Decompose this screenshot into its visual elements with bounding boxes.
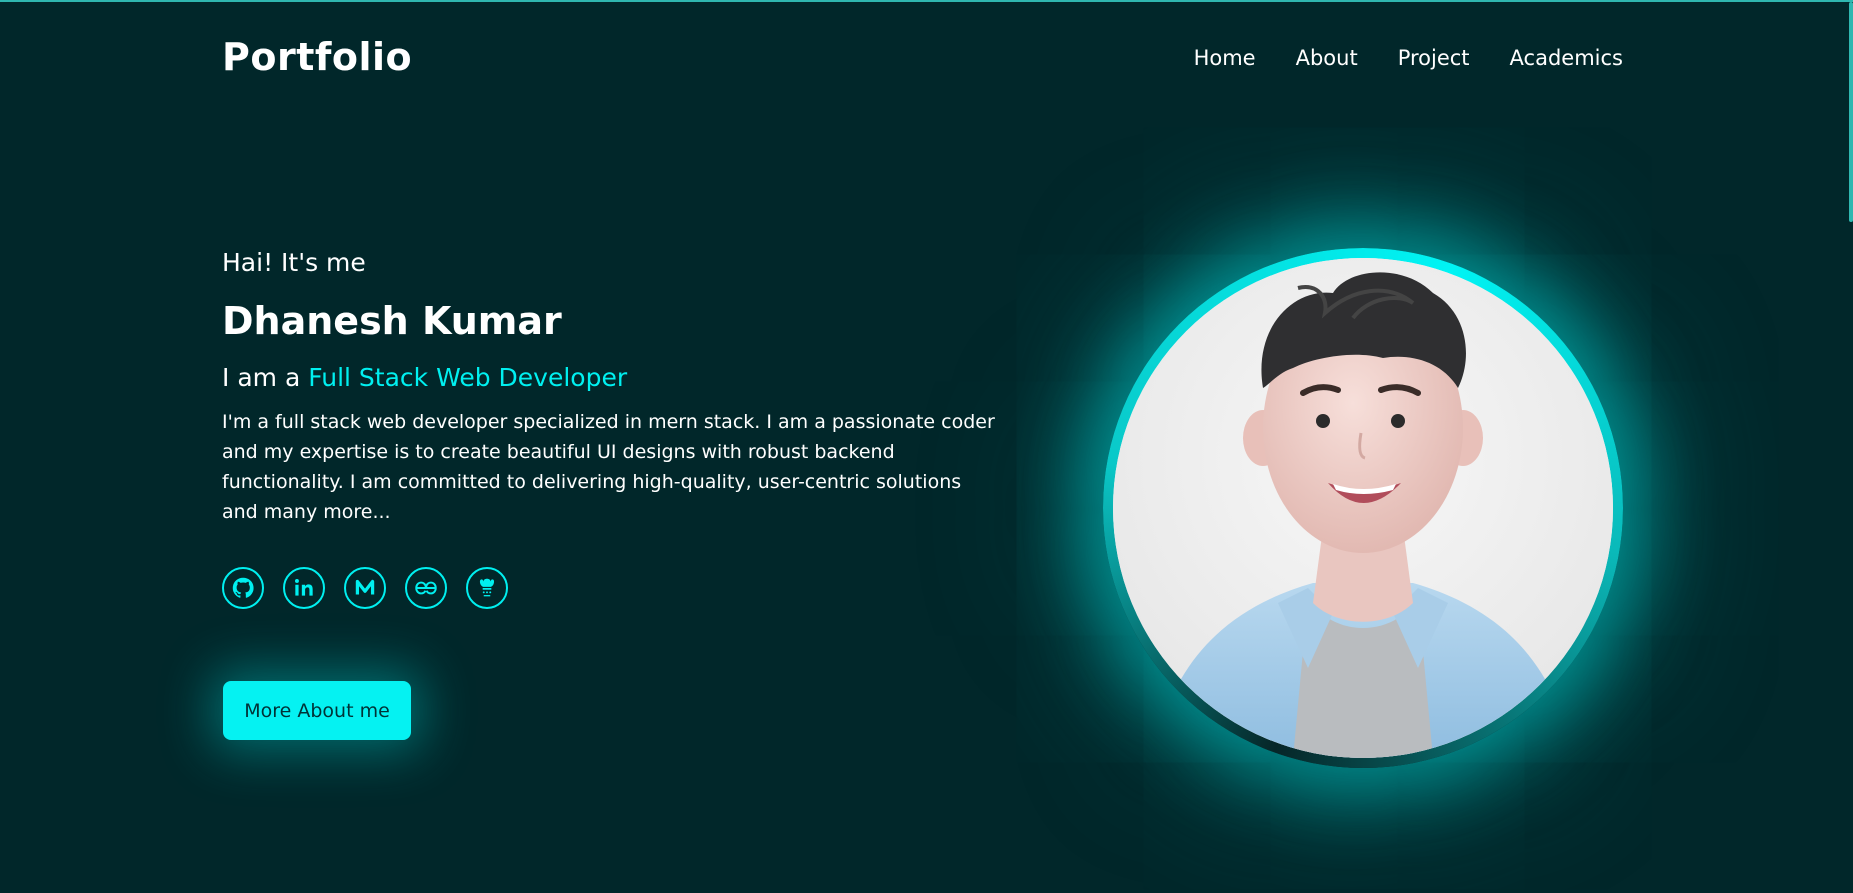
site-logo[interactable]: Portfolio: [222, 38, 412, 76]
avatar: [1113, 258, 1613, 758]
geeksforgeeks-icon: [415, 581, 437, 595]
medium-link[interactable]: [344, 567, 386, 609]
hero-bio: I'm a full stack web developer specializ…: [222, 411, 995, 523]
codechef-icon: [479, 578, 495, 597]
github-icon: [232, 577, 254, 598]
avatar-illustration: [1113, 258, 1613, 758]
linkedin-link[interactable]: [283, 567, 325, 609]
nav-link-project[interactable]: Project: [1398, 48, 1470, 69]
more-about-me-button[interactable]: More About me: [223, 681, 411, 740]
geeksforgeeks-link[interactable]: [405, 567, 447, 609]
portfolio-page: Portfolio Home About Project Academics H…: [0, 0, 1853, 893]
scrollbar[interactable]: [1849, 2, 1853, 222]
social-links: [222, 567, 508, 609]
top-accent-line: [0, 0, 1853, 2]
codechef-link[interactable]: [466, 567, 508, 609]
main-nav: Home About Project Academics: [1194, 48, 1623, 69]
hero-name: Dhanesh Kumar: [222, 299, 562, 343]
nav-link-home[interactable]: Home: [1194, 48, 1256, 69]
hero-greeting: Hai! It's me: [222, 248, 366, 277]
github-link[interactable]: [222, 567, 264, 609]
hero-role: I am a Full Stack Web Developer: [222, 365, 627, 390]
role-highlight: Full Stack Web Developer: [308, 363, 628, 392]
medium-icon: [355, 579, 375, 595]
role-prefix: I am a: [222, 363, 301, 392]
linkedin-icon: [295, 579, 313, 596]
nav-link-about[interactable]: About: [1296, 48, 1358, 69]
nav-link-academics[interactable]: Academics: [1510, 48, 1623, 69]
